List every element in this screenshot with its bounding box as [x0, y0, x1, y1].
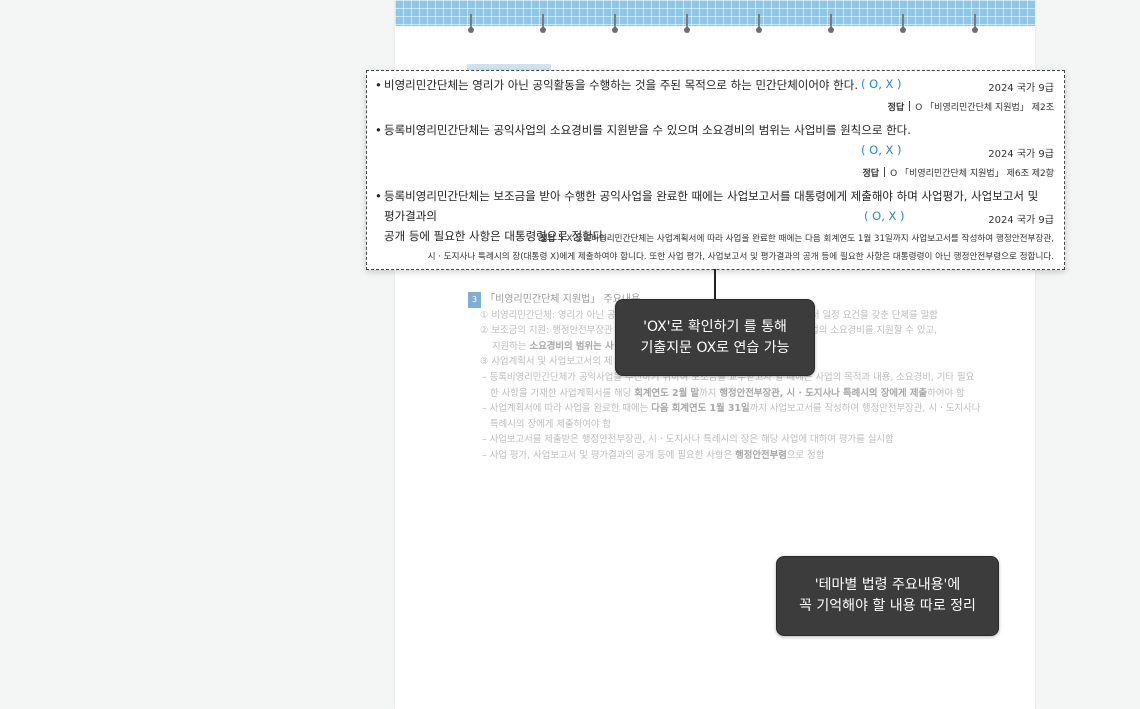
ox-choice[interactable]: ( O, X )	[861, 77, 902, 91]
answer-line: 정답 X 등록비영리민간단체는 사업계획서에 따라 사업을 완료한 때에는 다음 …	[428, 230, 1054, 248]
question-text: 등록비영리민간단체는 공익사업의 소요경비를 지원받을 수 있으며 소요경비의 …	[384, 123, 911, 137]
summary-subitem-text: 으로 정함	[786, 449, 825, 461]
bullet-icon: •	[375, 78, 382, 92]
answer-label: 정답	[887, 103, 905, 113]
summary-item-text: ① 비영리민간단체: 영리가 아닌 공	[480, 309, 616, 321]
answer-explanation: 정답 X 등록비영리민간단체는 사업계획서에 따라 사업을 완료한 때에는 다음 …	[428, 230, 1054, 266]
theme-summary-callout: '테마별 법령 주요내용'에 꼭 기억해야 할 내용 따로 정리	[776, 556, 999, 636]
exam-source: 2024 국가 9급	[988, 215, 1054, 226]
ox-practice-callout: 'OX'로 확인하기 를 통해 기출지문 OX로 연습 가능	[615, 299, 815, 376]
exam-source: 2024 국가 9급	[988, 149, 1054, 160]
callout-line: '테마별 법령 주요내용'에	[814, 577, 961, 593]
summary-subitem-text: 특례시의 장에게 제출하여야 함	[490, 418, 612, 430]
summary-subitem-bold: 다음 회계연도 1월 31일	[651, 403, 750, 415]
binder-ring	[972, 14, 978, 34]
answer-label: 정답	[539, 234, 556, 244]
answer-text: X 등록비영리민간단체는 사업계획서에 따라 사업을 완료한 때에는 다음 회계…	[566, 234, 1054, 244]
summary-subitem-bold: 회계연도 2월 말	[634, 387, 700, 399]
summary-item-text: ③ 사업계획서 및 사업보고서의 제	[480, 356, 613, 368]
summary-subitem-text: 까지 사업보고서를 작성하여 행정안전부장관, 시 · 도지사나	[749, 403, 981, 415]
summary-subitem-text: 하여야 함	[927, 387, 965, 399]
ox-quiz-box: • 비영리민간단체는 영리가 아닌 공익활동을 수행하는 것을 주된 목적으로 …	[366, 70, 1065, 270]
callout-line: 'OX'로 확인하기 를 통해	[643, 318, 787, 335]
summary-subitem-text: – 사업계획서에 따라 사업을 완료한 때에는	[482, 403, 649, 415]
binder-ring	[468, 14, 474, 34]
divider	[909, 101, 911, 111]
summary-subitem: – 사업 평가, 사업보고서 및 평가결과의 공개 등에 필요한 사항은 행정안…	[468, 448, 988, 464]
section-number: 3	[468, 292, 482, 308]
summary-subitem-bold: 행정안전부장관, 시 · 도지사나 특례시의 장에게 제출	[719, 387, 928, 399]
binder-ring	[900, 14, 906, 34]
answer-line: 정답 O 「비영리민간단체 지원법」 제6조 제2항	[863, 166, 1054, 179]
page-grid-header	[395, 0, 1035, 26]
answer-text: O 「비영리민간단체 지원법」 제6조 제2항	[890, 169, 1054, 179]
answer-line: 정답 O 「비영리민간단체 지원법」 제2조	[888, 100, 1054, 113]
summary-subitem: – 사업계획서에 따라 사업을 완료한 때에는 다음 회계연도 1월 31일까지…	[468, 401, 988, 417]
question-text-line: 등록비영리민간단체는 보조금을 받아 수행한 공익사업을 완료한 때에는 사업보…	[384, 189, 1039, 223]
callout-line: 기출지문 OX로 연습 가능	[640, 339, 790, 356]
summary-subitem-text: – 사업 평가, 사업보고서 및 평가결과의 공개 등에 필요한 사항은	[482, 449, 733, 461]
binder-ring	[828, 14, 834, 34]
bullet-icon: •	[375, 123, 382, 137]
divider	[560, 232, 562, 242]
exam-source: 2024 국가 9급	[988, 83, 1054, 94]
summary-subitem: 한 사항을 기재한 사업계획서를 해당 회계연도 2월 말까지 행정안전부장관,…	[468, 386, 988, 402]
summary-subitem-text: – 사업보고서를 제출받은 행정안전부장관, 시 · 도지사나 특례시의 장은 …	[482, 434, 894, 446]
answer-text: O 「비영리민간단체 지원법」 제2조	[915, 103, 1054, 113]
binder-ring	[612, 14, 618, 34]
summary-item-text: 체로서 일정 요건을 갖춘 단체를 말함	[793, 309, 938, 321]
summary-subitem: 특례시의 장에게 제출하여야 함	[468, 417, 988, 433]
ox-choice[interactable]: ( O, X )	[864, 209, 905, 223]
answer-label: 정답	[862, 169, 880, 179]
divider	[884, 167, 886, 177]
answer-line: 시 · 도지사나 특례시의 장(대통령 X)에게 제출하여야 합니다. 또한 사…	[427, 252, 1054, 262]
question-text: 비영리민간단체는 영리가 아닌 공익활동을 수행하는 것을 주된 목적으로 하는…	[384, 78, 858, 92]
summary-subitem-text: 까지	[699, 387, 717, 399]
ox-question: • 등록비영리민간단체는 보조금을 받아 수행한 공익사업을 완료한 때에는 사…	[375, 186, 1055, 243]
binder-ring	[540, 14, 546, 34]
summary-item-text: ② 보조금의 지원: 행정안전부장관	[480, 325, 613, 337]
binder-ring	[684, 14, 690, 34]
summary-item-text: 지원하는	[492, 340, 527, 352]
bullet-icon: •	[375, 189, 382, 203]
summary-subitem: – 사업보고서를 제출받은 행정안전부장관, 시 · 도지사나 특례시의 장은 …	[468, 432, 988, 448]
ox-choice[interactable]: ( O, X )	[861, 143, 902, 157]
summary-subitem-text: 한 사항을 기재한 사업계획서를 해당	[490, 387, 632, 399]
callout-pointer-line	[714, 269, 716, 300]
callout-line: 꼭 기억해야 할 내용 따로 정리	[799, 598, 976, 614]
summary-item-bold: 소요경비의 범위는 사	[529, 340, 614, 352]
binder-ring	[756, 14, 762, 34]
summary-subitem-bold: 행정안전부령	[735, 449, 787, 461]
